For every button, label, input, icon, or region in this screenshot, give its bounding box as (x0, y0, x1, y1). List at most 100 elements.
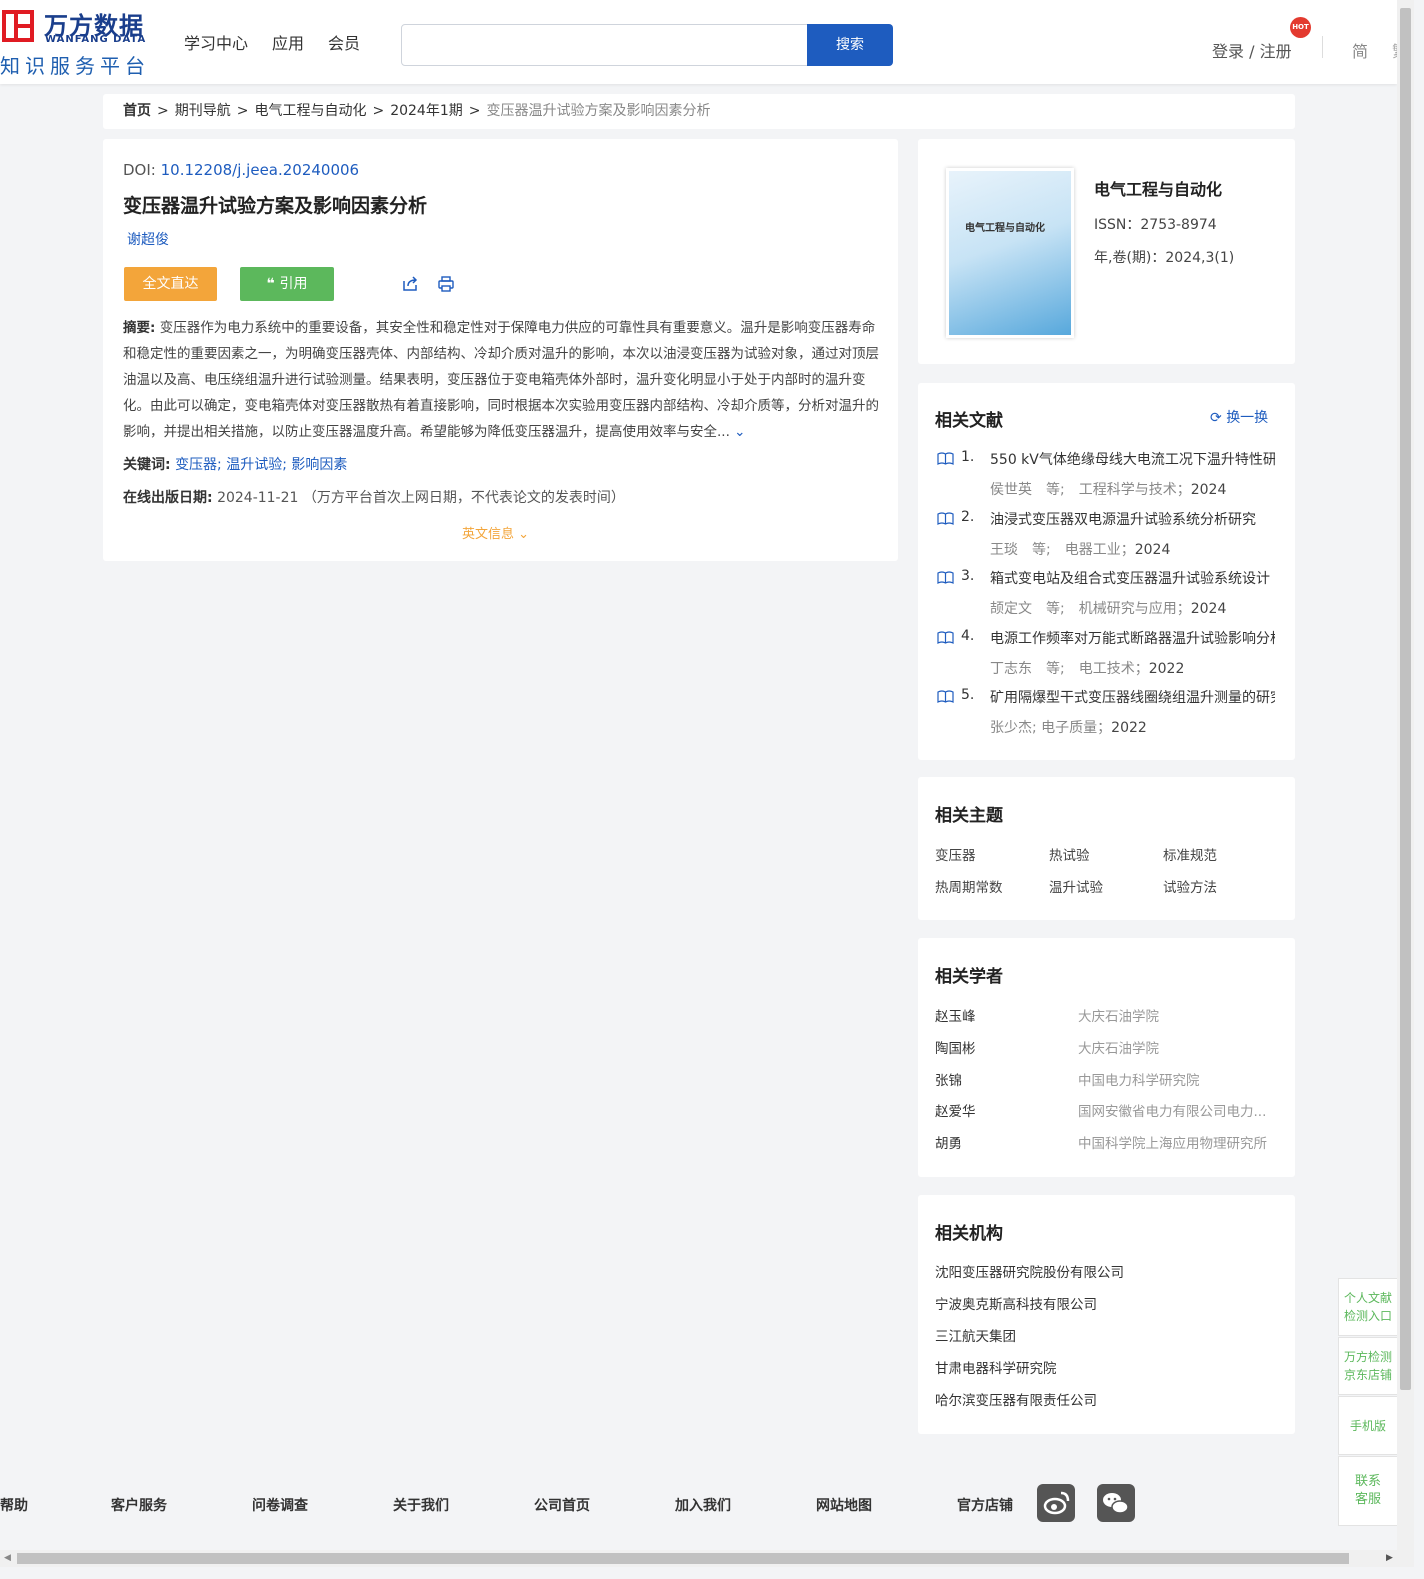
org-link[interactable]: 宁波奥克斯高科技有限公司 (935, 1293, 1097, 1313)
scholar-name[interactable]: 胡勇 (935, 1132, 962, 1152)
footer-sitemap[interactable]: 网站地图 (816, 1495, 872, 1515)
ref-number: 3. (961, 568, 975, 584)
breadcrumb: 首页 > 期刊导航 > 电气工程与自动化 >2024年1期 > 变压器温升试验方案及影响因素分… (103, 94, 1295, 129)
ref-title[interactable]: 箱式变电站及组合式变压器温升试验系统设计 (990, 568, 1275, 588)
ref-meta: 侯世英 等; 工程科学与技术；2024 (990, 479, 1226, 499)
scholar-name[interactable]: 赵爱华 (935, 1100, 976, 1120)
refresh-button[interactable]: ⟳ 换一换 (1210, 407, 1268, 427)
footer-customer-service[interactable]: 客户服务 (111, 1495, 167, 1515)
ref-title[interactable]: 电源工作频率对万能式断路器温升试验影响分析 (990, 628, 1275, 648)
scholar-org[interactable]: 中国电力科学研究院 (1078, 1069, 1200, 1089)
doi-link[interactable]: 10.12208/j.jeea.20240006 (161, 161, 360, 179)
topic-link[interactable]: 热试验 (1049, 844, 1090, 864)
footer-official-store[interactable]: 官方店铺 (957, 1495, 1013, 1515)
expand-chevron-icon[interactable]: ⌄ (734, 424, 745, 440)
ref-authors-source: 颉定文 等; 机械研究与应用； (990, 601, 1191, 617)
scholar-org[interactable]: 中国科学院上海应用物理研究所 (1078, 1132, 1267, 1152)
related-topics-card: 相关主题 变压器 热试验 标准规范 热周期常数 温升试验 试验方法 (918, 777, 1295, 920)
keyword-link[interactable]: 影响因素 (291, 457, 347, 473)
org-link[interactable]: 三江航天集团 (935, 1325, 1016, 1345)
org-link[interactable]: 甘肃电器科学研究院 (935, 1357, 1057, 1377)
org-link[interactable]: 哈尔滨变压器有限责任公司 (935, 1389, 1097, 1409)
scholar-name[interactable]: 张锦 (935, 1069, 962, 1089)
book-icon (937, 631, 954, 644)
english-info-label: 英文信息 (462, 527, 515, 542)
ref-title[interactable]: 矿用隔爆型干式变压器线圈绕组温升测量的研究 (990, 687, 1275, 707)
weibo-icon[interactable] (1037, 1484, 1075, 1522)
topic-link[interactable]: 热周期常数 (935, 876, 1003, 896)
scholar-org[interactable]: 国网安徽省电力有限公司电力... (1078, 1100, 1266, 1120)
english-info-toggle[interactable]: 英文信息 ⌄ (462, 523, 529, 542)
horizontal-scroll-thumb[interactable] (17, 1553, 1349, 1564)
topic-link[interactable]: 变压器 (935, 844, 976, 864)
breadcrumb-journal-nav[interactable]: 期刊导航 (175, 103, 231, 119)
footer-help[interactable]: 帮助 (0, 1495, 28, 1515)
journal-name[interactable]: 电气工程与自动化 (1094, 176, 1222, 200)
print-icon[interactable] (437, 275, 455, 293)
related-orgs-title: 相关机构 (935, 1224, 1003, 1244)
related-scholars-card: 相关学者 赵玉峰 大庆石油学院 陶国彬 大庆石油学院 张锦 中国电力科学研究院 … (918, 938, 1295, 1177)
ref-year: 2024 (1190, 601, 1227, 617)
footer-survey[interactable]: 问卷调查 (252, 1495, 308, 1515)
search-button[interactable]: 搜索 (807, 24, 893, 66)
footer-company-home[interactable]: 公司首页 (534, 1495, 590, 1515)
vertical-scroll-thumb[interactable] (1400, 8, 1411, 1390)
horizontal-scrollbar[interactable]: ◀ ▶ (0, 1550, 1414, 1567)
breadcrumb-journal[interactable]: 电气工程与自动化 (254, 103, 366, 119)
float-personal-detection[interactable]: 个人文献检测入口 (1338, 1278, 1398, 1336)
book-icon (937, 452, 954, 465)
topic-link[interactable]: 试验方法 (1163, 876, 1217, 896)
journal-cover[interactable]: 电气工程与自动化 (946, 168, 1074, 338)
keyword-link[interactable]: 变压器; (175, 457, 222, 473)
ref-number: 1. (961, 449, 975, 465)
footer-about[interactable]: 关于我们 (393, 1495, 449, 1515)
fulltext-button[interactable]: 全文直达 (124, 267, 217, 301)
keyword-link[interactable]: 温升试验; (226, 457, 287, 473)
keywords-label: 关键词: (123, 457, 171, 473)
top-header: 万方数据 WANFANG DATA 知识服务平台 学习中心 应用 会员 搜索 登… (0, 0, 1397, 84)
scroll-right-arrow-icon[interactable]: ▶ (1386, 1553, 1393, 1563)
scholar-org[interactable]: 大庆石油学院 (1078, 1005, 1159, 1025)
scholar-name[interactable]: 赵玉峰 (935, 1005, 976, 1025)
ref-number: 2. (961, 509, 975, 525)
book-icon (937, 571, 954, 584)
vertical-scrollbar[interactable] (1397, 0, 1414, 1550)
login-register-link[interactable]: 登录 / 注册 (1212, 38, 1292, 62)
nav-apps[interactable]: 应用 (272, 30, 304, 54)
nav-learning-center[interactable]: 学习中心 (184, 30, 248, 54)
float-contact-service[interactable]: 联系客服 (1338, 1456, 1398, 1526)
ref-meta: 颉定文 等; 机械研究与应用；2024 (990, 598, 1226, 618)
journal-card: 电气工程与自动化 电气工程与自动化 ISSN：2753-8974 年,卷(期)：… (918, 139, 1295, 364)
ref-title[interactable]: 油浸式变压器双电源温升试验系统分析研究 (990, 509, 1275, 529)
main-nav: 学习中心 应用 会员 (184, 30, 360, 54)
search-input[interactable] (401, 24, 809, 66)
scroll-left-arrow-icon[interactable]: ◀ (4, 1553, 11, 1563)
wanfang-logo[interactable]: 万方数据 WANFANG DATA 知识服务平台 (0, 6, 152, 78)
ref-year: 2024 (1134, 542, 1171, 558)
related-refs-title: 相关文献 (935, 411, 1003, 431)
wechat-icon[interactable] (1097, 1484, 1135, 1522)
nav-membership[interactable]: 会员 (328, 30, 360, 54)
lang-simplified[interactable]: 简 (1352, 38, 1368, 62)
ref-title[interactable]: 550 kV气体绝缘母线大电流工况下温升特性研究 (990, 449, 1275, 469)
float-jd-store[interactable]: 万方检测京东店铺 (1338, 1337, 1398, 1395)
book-icon (937, 512, 954, 525)
breadcrumb-home[interactable]: 首页 (123, 103, 151, 119)
author-link[interactable]: 谢超俊 (127, 229, 169, 249)
related-topics-title: 相关主题 (935, 806, 1003, 826)
ref-number: 5. (961, 687, 975, 703)
scholar-org[interactable]: 大庆石油学院 (1078, 1037, 1159, 1057)
float-mobile[interactable]: 手机版 (1338, 1396, 1398, 1455)
cite-button[interactable]: ❝ 引用 (240, 267, 334, 301)
ref-number: 4. (961, 628, 975, 644)
footer-join-us[interactable]: 加入我们 (675, 1495, 731, 1515)
keywords: 关键词: 变压器; 温升试验; 影响因素 (123, 454, 347, 474)
topic-link[interactable]: 温升试验 (1049, 876, 1103, 896)
scholar-name[interactable]: 陶国彬 (935, 1037, 976, 1057)
topic-link[interactable]: 标准规范 (1163, 844, 1217, 864)
doi-label: DOI: (123, 161, 161, 179)
double-chevron-down-icon: ⌄ (518, 527, 530, 542)
share-icon[interactable] (401, 275, 419, 293)
org-link[interactable]: 沈阳变压器研究院股份有限公司 (935, 1261, 1124, 1281)
breadcrumb-issue[interactable]: 2024年1期 (390, 103, 463, 119)
